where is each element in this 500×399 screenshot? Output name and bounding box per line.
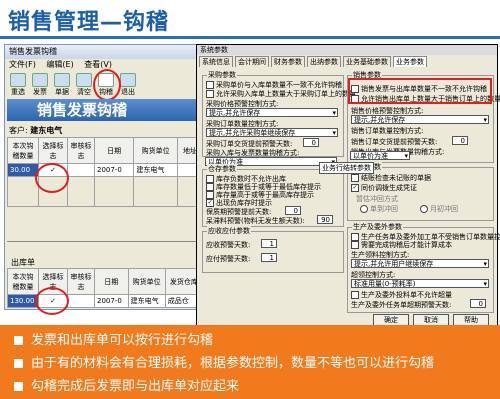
over-pick-select[interactable]: 标准用量(0-预耗率) [351,279,489,288]
tab-cashier-params[interactable]: 出纳参数 [307,56,341,67]
tab-system-info[interactable]: 系统信息 [199,56,233,67]
menu-view[interactable]: 查看(V) [84,60,112,69]
table-cell: 130.00 [7,294,39,308]
purchase-group: 采购参数 采购单价与入库单数量不一致不允许钩稽 允许采购入库单上数量大于采购订单… [202,70,356,157]
menu-file[interactable]: 文件(F) [9,60,36,69]
cost-group: 核算参数 结账检查未记账的单据 ✓同价调拨生成凭证 暂估冲回方式 单到冲回 月初… [347,162,494,221]
col-header: 本次钩稽数量 [7,268,39,295]
col-header: 日期 [93,137,135,164]
payable-days-spinner[interactable]: 1 [261,253,277,262]
document-icon [54,73,70,87]
field-label: 应收预警天数: [206,241,251,249]
field-label: 暂估冲回方式 [356,195,398,203]
field-label: 呆滞料预警(物料无发生额天数): [206,217,305,225]
shelf-life-spinner[interactable]: 0 [285,206,301,215]
invoice-icon [32,73,48,87]
menu-edit[interactable]: 编辑(E) [46,60,73,69]
customer-row: 客户: 建东电气 [9,125,62,136]
table-cell: 建东电气 [127,294,166,308]
overdue-days-spinner[interactable]: 0 [470,299,486,308]
bullet-square-icon [14,336,23,345]
picking-control-select[interactable]: 提示,并允许用户继续保存 [351,259,489,268]
field-label: 销售订单交货提前预警天数: [351,138,438,146]
purchase-exceed-checkbox[interactable]: 允许采购入库单上数量大于采购订单上的数量 [206,89,356,99]
radio-on-arrival[interactable]: 单到冲回 [360,204,398,214]
field-label: 销售订单数量控制方式: [351,127,424,135]
col-header: 本次钩稽数量 [7,137,39,164]
exit-icon [120,73,136,87]
reselect-button[interactable]: 重选 [7,72,29,96]
splitter[interactable] [7,241,203,242]
tab-finance-params[interactable]: 财务参数 [271,56,305,67]
clear-icon [76,73,92,87]
customer-value: 建东电气 [30,126,63,135]
customer-label: 客户: [9,126,28,135]
receivable-days-spinner[interactable]: 1 [261,239,277,248]
bullet-item: 由于有的材料会有合理损耗，根据参数控制，数量不等也可以进行勾稽 [14,352,434,371]
col-header: 审核标志 [67,268,95,295]
table-cell: 2007-0 [93,163,135,177]
highlight-box [348,78,492,104]
slide-title: 销售管理—钩稽 [8,10,170,35]
sales-limit-select[interactable]: 以单价为准 [350,151,410,160]
table-cell: 30.00 [7,163,39,177]
tooltip-tag: 业务行结转参数 [319,162,374,174]
sales-days-spinner[interactable]: 0 [452,136,468,145]
col-header: 审核标志 [67,137,95,164]
highlight-circle [93,69,121,101]
outbound-label: 出库单 [11,258,35,267]
group-title: 采购参数 [207,70,237,80]
col-header: 日期 [94,268,129,295]
table-cell [67,163,95,177]
transfer-voucher-checkbox[interactable]: ✓ 同价调拨生成凭证 [351,183,417,193]
check-unposted-checkbox[interactable]: 结账检查未记账的单据 [351,173,431,183]
table-cell: 2007-0 [94,294,129,308]
stock-group: 仓存参数 库存负数时不允许出库 库存数量低于或等于最低库存提示 库存量高于或等于… [202,164,344,227]
radio-month-start[interactable]: 月初冲回 [420,204,458,214]
window-title: 销售发票钩稽 [5,45,205,59]
purchase-price-select[interactable]: 提示,并允许保存 [206,108,338,117]
bullet-item: 发票和出库单可以按行进行勾稽 [14,329,213,348]
col-header: 选择标志 [38,137,68,164]
title-divider [0,36,500,39]
bullet-square-icon [14,382,23,391]
receivable-group: 应收应付参数 应收预警天数: 1 应付预警天数: 1 [202,226,344,273]
purchase-days-spinner[interactable]: 0 [303,138,319,147]
bullet-square-icon [14,359,23,368]
cost-after-match-checkbox[interactable]: 需要完成钩稽后才能计算成本 [351,240,452,250]
document-button[interactable]: 单据 [51,72,73,96]
production-group: 生产及委外参数 生产任务单及委外加工单不受销售订单数量控制 需要完成钩稽后才能计… [347,222,500,313]
field-label: 生产及委外任务单超期预警天数: [351,301,452,309]
system-params-dialog: 系统参数 系统信息 会计期间 财务参数 出纳参数 业务基础参数 业务参数 采购参… [196,44,500,328]
group-title: 仓存参数 [207,164,237,174]
field-label: 应付预警天数: [206,255,251,263]
purchase-qty-select[interactable]: 提示,并允许采购单继续保存 [206,128,338,137]
clear-button[interactable]: 清空 [73,72,95,96]
tab-strip: 系统信息 会计期间 财务参数 出纳参数 业务基础参数 业务参数 [197,56,497,67]
tab-business-base[interactable]: 业务基础参数 [343,56,391,67]
col-header: 购货单位 [133,137,178,164]
reselect-icon [10,73,26,87]
bullet-item: 勾稽完成后发票即与出库单对应起来 [14,375,239,394]
table-cell [67,294,95,308]
table-cell: 建东电气 [133,163,178,177]
group-title: 应收应付参数 [207,226,251,236]
tab-business-params[interactable]: 业务参数 [393,56,427,67]
tab-accounting-period[interactable]: 会计期间 [235,56,269,67]
invoice-button[interactable]: 发票 [29,72,51,96]
no-over-feed-checkbox[interactable]: 生产及委外投料单不允许超量 [351,290,452,300]
highlight-circle [35,287,69,315]
group-title: 生产及委外参数 [352,222,403,232]
idle-days-spinner[interactable]: 90 [317,215,333,224]
invoice-match-window: 销售发票钩稽 文件(F) 编辑(E) 查看(V) 重选 发票 单据 清空 钩稽 … [4,44,206,315]
summary-panel: 发票和出库单可以按行进行勾稽 由于有的材料会有合理损耗，根据参数控制，数量不等也… [0,325,500,399]
dialog-title: 系统参数 [197,45,497,55]
highlight-circle [35,163,69,193]
invoice-banner: 销售发票钩稽 [7,99,203,121]
col-header: 购货单位 [127,268,166,295]
sales-price-select[interactable]: 提示,并允许保存 [351,115,489,124]
